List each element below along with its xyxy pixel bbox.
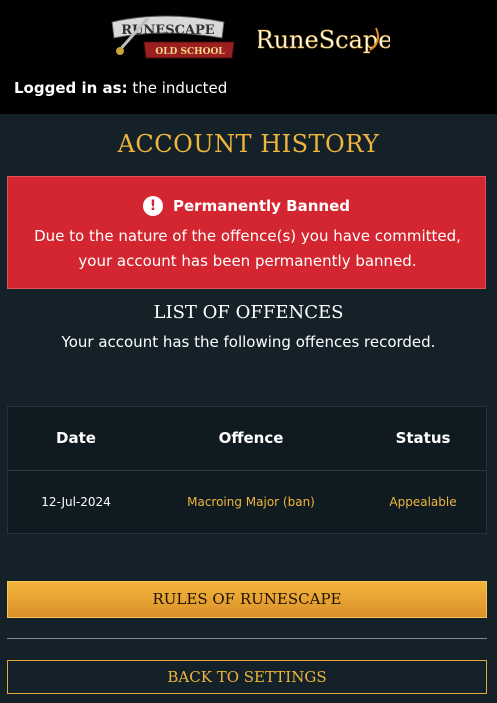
back-to-settings-button[interactable]: BACK TO SETTINGS bbox=[7, 660, 487, 694]
logged-in-label: Logged in as: bbox=[14, 79, 128, 97]
ban-notice: ! Permanently Banned Due to the nature o… bbox=[7, 176, 486, 289]
old-school-runescape-logo[interactable]: RUNESCAPE OLD SCHOOL bbox=[104, 12, 238, 64]
column-header-offence: Offence bbox=[218, 429, 284, 447]
divider bbox=[7, 638, 487, 639]
column-header-date: Date bbox=[56, 429, 96, 447]
offences-table: Date Offence Status 12-Jul-2024 Macroing… bbox=[7, 406, 487, 534]
username: the inducted bbox=[132, 79, 228, 97]
offences-subtitle: Your account has the following offences … bbox=[61, 333, 436, 351]
ban-message: Due to the nature of the offence(s) you … bbox=[34, 227, 461, 270]
offences-title: LIST OF OFFENCES bbox=[153, 302, 344, 323]
ban-heading: Permanently Banned bbox=[173, 197, 350, 215]
page-title: ACCOUNT HISTORY bbox=[117, 130, 380, 158]
runescape-logo[interactable]: RuneScape bbox=[258, 20, 390, 60]
offence-status: Appealable bbox=[389, 495, 457, 509]
rules-of-runescape-button[interactable]: RULES OF RUNESCAPE bbox=[7, 581, 487, 618]
ban-heading-row: ! Permanently Banned bbox=[8, 196, 485, 216]
top-bar: RUNESCAPE OLD SCHOOL RuneScape Logged in… bbox=[0, 0, 497, 114]
alert-icon: ! bbox=[143, 196, 163, 216]
offence-date: 12-Jul-2024 bbox=[41, 495, 111, 509]
table-header: Date Offence Status bbox=[8, 407, 486, 471]
offence-name: Macroing Major (ban) bbox=[187, 495, 315, 509]
svg-text:OLD SCHOOL: OLD SCHOOL bbox=[155, 47, 225, 57]
logged-in-status: Logged in as: the inducted bbox=[14, 79, 227, 97]
column-header-status: Status bbox=[395, 429, 451, 447]
